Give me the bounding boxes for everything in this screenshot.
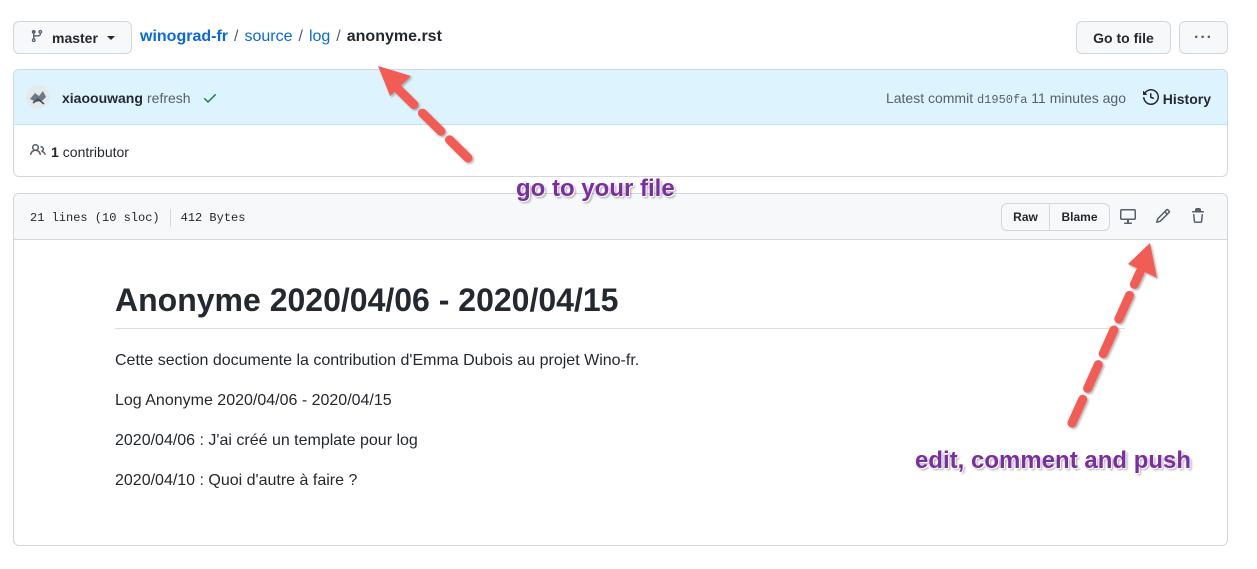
raw-button[interactable]: Raw — [1002, 204, 1050, 230]
blame-button[interactable]: Blame — [1050, 204, 1109, 230]
file-info-divider — [169, 209, 171, 227]
content-paragraph: Cette section documente la contribution … — [115, 352, 640, 369]
contributors-link[interactable]: 1 contributor — [30, 142, 129, 161]
contributors-row: 1 contributor — [14, 125, 1227, 176]
contributor-label: contributor — [62, 143, 129, 160]
file-button-group: Raw Blame — [1001, 203, 1110, 231]
breadcrumb-source-link[interactable]: source — [244, 28, 292, 45]
breadcrumb: winograd-fr / source / log / anonyme.rst — [140, 27, 442, 47]
commit-row: xiaoouwang refresh Latest commit d1950fa… — [14, 70, 1227, 125]
annotation-edit-comment-push: edit, comment and push — [915, 447, 1192, 474]
people-icon — [30, 142, 51, 161]
more-options-button[interactable]: ··· — [1179, 21, 1228, 54]
display-icon[interactable] — [1119, 207, 1137, 225]
file-size: 412 Bytes — [180, 211, 246, 225]
history-icon — [1142, 88, 1163, 108]
content-paragraph: Log Anonyme 2020/04/06 - 2020/04/15 — [115, 392, 392, 409]
breadcrumb-file-name: anonyme.rst — [346, 28, 442, 45]
breadcrumb-separator: / — [234, 28, 239, 45]
history-label: History — [1162, 90, 1211, 107]
git-branch-icon — [30, 28, 44, 47]
breadcrumb-separator: / — [336, 28, 341, 45]
commit-sha-link[interactable]: d1950fa — [977, 93, 1027, 107]
breadcrumb-log-link[interactable]: log — [309, 28, 330, 45]
pencil-icon[interactable] — [1154, 207, 1172, 225]
file-lines: 21 lines (10 sloc) — [30, 211, 160, 225]
commit-author-link[interactable]: xiaoouwang — [62, 90, 143, 106]
file-info: 21 lines (10 sloc) 412 Bytes — [30, 209, 245, 227]
branch-select-button[interactable]: master — [13, 21, 132, 54]
commit-message-link[interactable]: refresh — [147, 90, 191, 106]
history-link[interactable]: History — [1142, 88, 1211, 108]
latest-commit-info: Latest commit d1950fa 11 minutes ago — [886, 90, 1126, 107]
annotation-go-to-file: go to your file — [516, 175, 675, 202]
document-title: Anonyme 2020/04/06 - 2020/04/15 — [115, 280, 1125, 329]
latest-commit-box: xiaoouwang refresh Latest commit d1950fa… — [13, 69, 1228, 177]
check-icon[interactable] — [202, 90, 218, 111]
file-viewer: 21 lines (10 sloc) 412 Bytes Raw Blame A… — [13, 193, 1228, 546]
branch-label: master — [52, 29, 98, 46]
caret-down-icon — [106, 35, 115, 40]
breadcrumb-separator: / — [298, 28, 303, 45]
breadcrumb-repo-link[interactable]: winograd-fr — [140, 28, 228, 45]
contributor-count: 1 — [51, 143, 59, 160]
commit-time: 11 minutes ago — [1031, 90, 1126, 106]
avatar[interactable] — [26, 85, 50, 109]
trash-icon[interactable] — [1189, 207, 1207, 225]
latest-commit-label: Latest commit — [885, 90, 974, 106]
go-to-file-button[interactable]: Go to file — [1076, 21, 1171, 54]
